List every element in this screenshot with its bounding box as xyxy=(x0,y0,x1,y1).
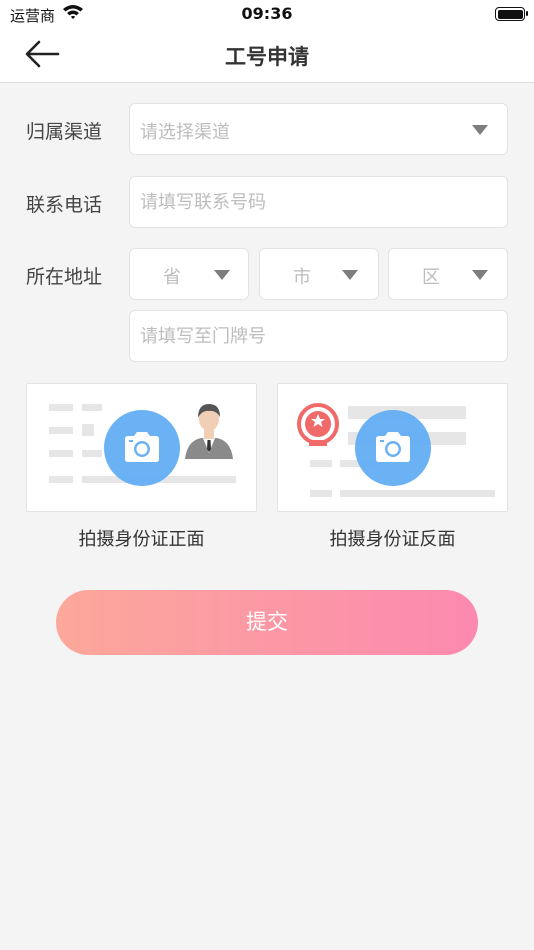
id-back-upload[interactable] xyxy=(277,383,508,512)
province-placeholder: 省 xyxy=(163,267,181,288)
city-select[interactable]: 市 xyxy=(259,248,379,300)
address-detail-input[interactable] xyxy=(140,311,497,361)
dropdown-arrow-icon xyxy=(214,270,230,280)
dropdown-arrow-icon xyxy=(342,270,358,280)
district-placeholder: 区 xyxy=(422,267,440,288)
address-label: 所在地址 xyxy=(26,266,103,288)
national-emblem-icon xyxy=(297,403,339,446)
camera-button[interactable] xyxy=(104,410,180,486)
channel-select[interactable]: 请选择渠道 xyxy=(129,103,508,155)
person-avatar-icon xyxy=(185,404,233,459)
phone-label: 联系电话 xyxy=(26,194,103,216)
camera-icon xyxy=(125,432,159,462)
page-title: 工号申请 xyxy=(225,45,309,69)
city-placeholder: 市 xyxy=(293,267,311,288)
battery-icon xyxy=(495,7,528,21)
camera-button[interactable] xyxy=(355,410,431,486)
phone-input[interactable] xyxy=(140,177,497,227)
nav-bar: 工号申请 xyxy=(0,28,534,83)
channel-label: 归属渠道 xyxy=(26,121,103,143)
channel-placeholder: 请选择渠道 xyxy=(140,122,230,143)
address-detail-field[interactable] xyxy=(129,310,508,362)
district-select[interactable]: 区 xyxy=(388,248,508,300)
id-front-label: 拍摄身份证正面 xyxy=(78,529,205,550)
id-front-upload[interactable] xyxy=(26,383,257,512)
clock: 09:36 xyxy=(241,4,293,23)
phone-field[interactable] xyxy=(129,176,508,228)
dropdown-arrow-icon xyxy=(472,270,488,280)
province-select[interactable]: 省 xyxy=(129,248,249,300)
submit-button[interactable]: 提交 xyxy=(56,590,478,655)
dropdown-arrow-icon xyxy=(472,125,488,135)
camera-icon xyxy=(376,432,410,462)
id-back-label: 拍摄身份证反面 xyxy=(329,529,456,550)
status-bar: 运营商 09:36 xyxy=(0,0,534,28)
